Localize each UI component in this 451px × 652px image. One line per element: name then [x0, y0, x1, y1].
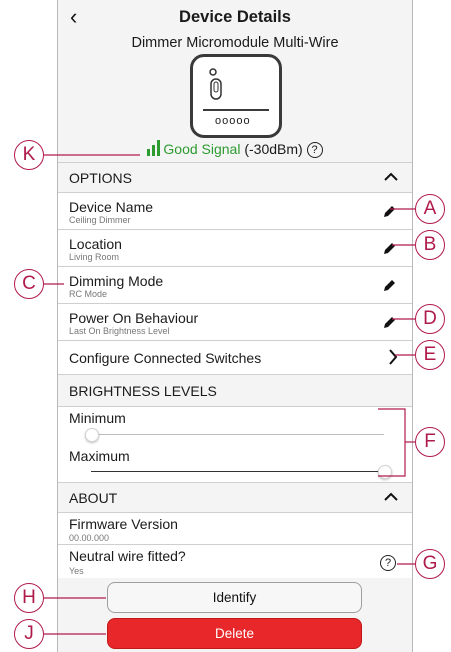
callout-g: G	[415, 549, 445, 579]
power-on-value: Last On Brightness Level	[69, 326, 170, 336]
signal-help-icon[interactable]: ?	[306, 142, 323, 158]
brightness-section-header: BRIGHTNESS LEVELS	[58, 374, 412, 406]
callout-c: C	[14, 269, 44, 299]
about-section-title: ABOUT	[69, 490, 118, 506]
device-terminals: ooooo	[215, 115, 251, 127]
page-title: Device Details	[179, 8, 291, 26]
callout-b: B	[415, 230, 445, 260]
device-name-value: Ceiling Dimmer	[69, 215, 131, 225]
edit-pencil-icon[interactable]	[382, 205, 396, 219]
maximum-slider-thumb[interactable]	[378, 465, 392, 479]
identify-button[interactable]: Identify	[107, 582, 362, 613]
maximum-slider-fill	[91, 471, 384, 472]
maximum-slider-track[interactable]	[91, 465, 392, 479]
options-section-title: OPTIONS	[69, 170, 133, 186]
power-on-behaviour-row[interactable]: Power On Behaviour Last On Brightness Le…	[58, 303, 412, 340]
configure-switches-row[interactable]: Configure Connected Switches	[58, 340, 412, 374]
edit-pencil-icon[interactable]	[382, 316, 396, 330]
location-label: Location	[69, 236, 122, 252]
device-name-label: Device Name	[69, 199, 154, 215]
device-details-screen: ‹ Device Details Dimmer Micromodule Mult…	[57, 0, 413, 652]
firmware-label: Firmware Version	[69, 516, 178, 532]
neutral-wire-label: Neutral wire fitted?	[69, 548, 186, 564]
dimming-mode-value: RC Mode	[69, 289, 108, 299]
callout-f: F	[415, 427, 445, 457]
device-bulb-icon	[209, 68, 222, 100]
signal-quality: Good Signal	[163, 141, 241, 157]
edit-pencil-icon[interactable]	[382, 279, 396, 293]
device-name-row[interactable]: Device Name Ceiling Dimmer	[58, 192, 412, 229]
firmware-row: Firmware Version 00.00.000	[58, 512, 412, 544]
neutral-wire-value: Yes	[69, 566, 84, 576]
about-section-header[interactable]: ABOUT	[58, 482, 412, 512]
callout-k: K	[14, 140, 44, 170]
collapse-up-icon[interactable]	[384, 172, 398, 182]
device-divider	[203, 109, 269, 111]
signal-strength: (-30dBm)	[244, 141, 303, 157]
signal-status: Good Signal (-30dBm) ?	[58, 140, 412, 158]
chevron-right-icon[interactable]	[388, 349, 398, 365]
signal-bars-icon	[147, 140, 161, 156]
firmware-value: 00.00.000	[69, 533, 110, 543]
options-section-header[interactable]: OPTIONS	[58, 162, 412, 192]
neutral-wire-row: Neutral wire fitted? Yes ?	[58, 544, 412, 578]
brightness-section-title: BRIGHTNESS LEVELS	[69, 383, 217, 399]
callout-j: J	[14, 619, 44, 649]
location-row[interactable]: Location Living Room	[58, 229, 412, 266]
dimming-mode-label: Dimming Mode	[69, 273, 164, 289]
minimum-slider-track[interactable]	[85, 428, 384, 442]
edit-pencil-icon[interactable]	[382, 242, 396, 256]
brightness-sliders: Minimum Maximum	[58, 406, 412, 482]
location-value: Living Room	[69, 252, 120, 262]
callout-h: H	[14, 583, 44, 613]
configure-switches-label: Configure Connected Switches	[69, 350, 262, 366]
device-image: ooooo	[190, 54, 282, 138]
maximum-label: Maximum	[69, 448, 130, 464]
dimming-mode-row[interactable]: Dimming Mode RC Mode	[58, 266, 412, 303]
device-type-subtitle: Dimmer Micromodule Multi-Wire	[131, 35, 339, 51]
neutral-help-icon[interactable]: ?	[380, 555, 396, 571]
minimum-label: Minimum	[69, 410, 126, 426]
minimum-slider-thumb[interactable]	[85, 428, 99, 442]
callout-d: D	[415, 304, 445, 334]
callout-e: E	[415, 340, 445, 370]
power-on-label: Power On Behaviour	[69, 310, 199, 326]
collapse-up-icon[interactable]	[384, 492, 398, 502]
delete-button[interactable]: Delete	[107, 618, 362, 649]
callout-a: A	[415, 194, 445, 224]
